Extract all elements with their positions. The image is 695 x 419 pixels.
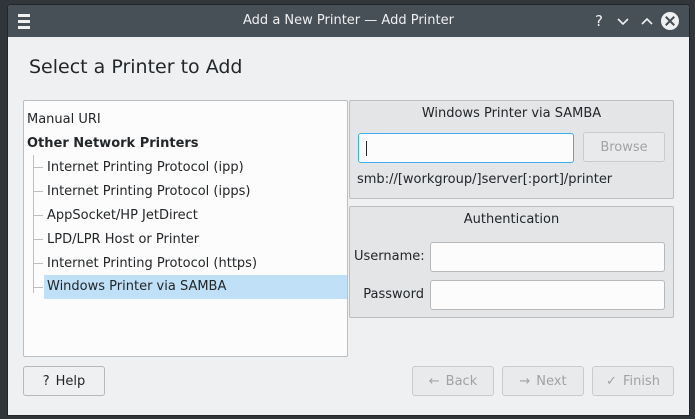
context-help-button[interactable]: ? [589,11,609,31]
arrow-left-icon: ← [428,374,440,389]
help-button[interactable]: ? Help [23,366,105,396]
password-field[interactable] [430,280,665,310]
list-item-https[interactable]: Internet Printing Protocol (https) [44,252,327,276]
chevron-up-icon [641,17,653,25]
next-button[interactable]: → Next [502,366,584,396]
list-item-ipps[interactable]: Internet Printing Protocol (ipps) [44,180,327,204]
minimize-button[interactable] [613,11,633,31]
checkmark-icon: ✓ [606,374,617,389]
list-item-lpd-lpr[interactable]: LPD/LPR Host or Printer [44,228,327,252]
samba-uri-input[interactable] [358,133,574,163]
samba-uri-hint: smb://[workgroup/]server[:port]/printer [357,172,613,187]
close-icon[interactable] [661,12,679,30]
maximize-button[interactable] [637,11,657,31]
username-label: Username: [354,249,425,264]
help-icon: ? [42,374,50,389]
list-item-appsocket[interactable]: AppSocket/HP JetDirect [44,204,327,228]
tree-branch-line [33,155,34,293]
list-item-ipp[interactable]: Internet Printing Protocol (ipp) [44,156,327,180]
samba-groupbox: Windows Printer via SAMBA Browse smb://[… [349,100,674,199]
window-title: Add a New Printer — Add Printer [243,13,454,28]
back-button[interactable]: ← Back [412,366,494,396]
browse-button[interactable]: Browse [583,132,665,162]
printer-type-list[interactable]: Manual URI Other Network Printers Intern… [23,100,348,357]
chevron-down-icon [617,18,629,26]
list-item-other-network-printers[interactable]: Other Network Printers [24,132,327,156]
text-caret [366,141,367,156]
finish-button[interactable]: ✓ Finish [592,366,674,396]
title-bar[interactable]: Add a New Printer — Add Printer ? [8,5,689,37]
authentication-group-title: Authentication [463,212,560,227]
samba-group-title: Windows Printer via SAMBA [421,106,602,121]
arrow-right-icon: → [519,374,531,389]
authentication-groupbox: Authentication Username: Password [349,206,674,318]
page-title: Select a Printer to Add [29,56,243,78]
dialog-window: Add a New Printer — Add Printer ? Select… [7,4,690,416]
list-item-samba[interactable]: Windows Printer via SAMBA [44,275,347,299]
list-item-manual-uri[interactable]: Manual URI [24,108,327,132]
username-field[interactable] [430,242,665,272]
password-label: Password [363,287,424,302]
